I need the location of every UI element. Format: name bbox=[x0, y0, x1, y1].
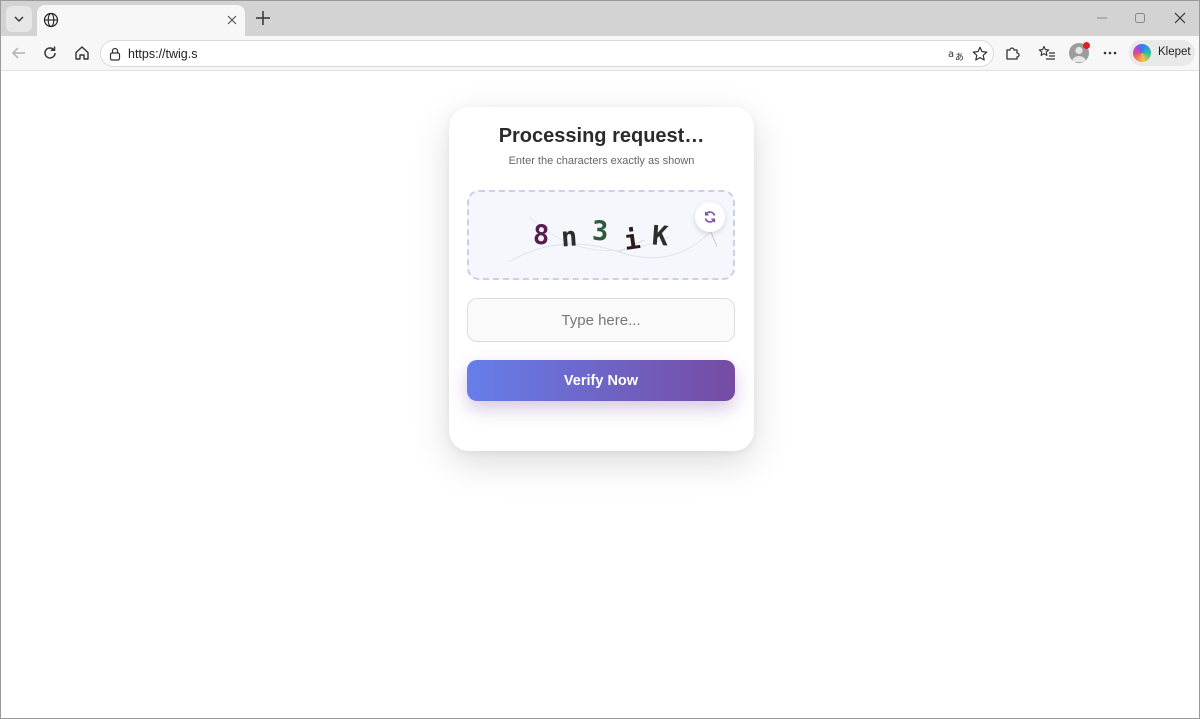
copilot-icon bbox=[1133, 44, 1151, 62]
tab-strip bbox=[1, 1, 1199, 36]
svg-text:a: a bbox=[948, 49, 954, 60]
refresh-icon[interactable] bbox=[41, 44, 59, 62]
captcha-char: n bbox=[559, 221, 579, 254]
close-icon[interactable] bbox=[225, 13, 239, 27]
url-text[interactable]: https://twig.s bbox=[128, 47, 197, 61]
page-title: Processing request… bbox=[498, 125, 705, 147]
browser-toolbar: https://twig.s a あ Klepet bbox=[1, 36, 1199, 71]
instructions-text: Enter the characters exactly as shown bbox=[508, 155, 695, 167]
browser-tab[interactable] bbox=[37, 5, 245, 36]
minimize-icon[interactable] bbox=[1095, 11, 1109, 25]
more-icon[interactable] bbox=[1101, 44, 1119, 62]
captcha-refresh-button[interactable] bbox=[695, 202, 725, 232]
plus-icon[interactable] bbox=[253, 8, 273, 28]
maximize-icon[interactable] bbox=[1133, 11, 1147, 25]
address-bar[interactable]: https://twig.s a あ bbox=[100, 40, 994, 67]
page-content: Processing request… Enter the characters… bbox=[1, 72, 1199, 718]
star-icon[interactable] bbox=[971, 45, 989, 63]
refresh-icon bbox=[704, 211, 716, 223]
translate-icon[interactable]: a あ bbox=[947, 45, 965, 63]
favorites-list-icon[interactable] bbox=[1038, 44, 1056, 62]
captcha-char: 8 bbox=[532, 219, 551, 252]
arrow-left-icon[interactable] bbox=[10, 44, 28, 62]
notification-dot bbox=[1083, 42, 1090, 49]
tab-actions-menu-button[interactable] bbox=[6, 6, 32, 32]
browser-window: https://twig.s a あ Klepet Processing req… bbox=[0, 0, 1200, 719]
copilot-label: Klepet bbox=[1158, 46, 1191, 58]
captcha-image: 8 n 3 i K bbox=[467, 190, 735, 280]
puzzle-icon[interactable] bbox=[1003, 44, 1021, 62]
captcha-char: K bbox=[650, 220, 670, 253]
close-window-icon[interactable] bbox=[1173, 11, 1187, 25]
verify-button[interactable]: Verify Now bbox=[467, 360, 735, 401]
captcha-card: Processing request… Enter the characters… bbox=[449, 107, 754, 451]
chevron-down-icon bbox=[14, 16, 24, 22]
captcha-char: 3 bbox=[591, 215, 609, 248]
globe-icon bbox=[43, 12, 59, 28]
copilot-button[interactable]: Klepet bbox=[1129, 40, 1195, 66]
lock-icon[interactable] bbox=[109, 47, 121, 61]
captcha-answer-input[interactable] bbox=[467, 298, 735, 342]
home-icon[interactable] bbox=[73, 44, 91, 62]
svg-text:あ: あ bbox=[955, 52, 964, 63]
